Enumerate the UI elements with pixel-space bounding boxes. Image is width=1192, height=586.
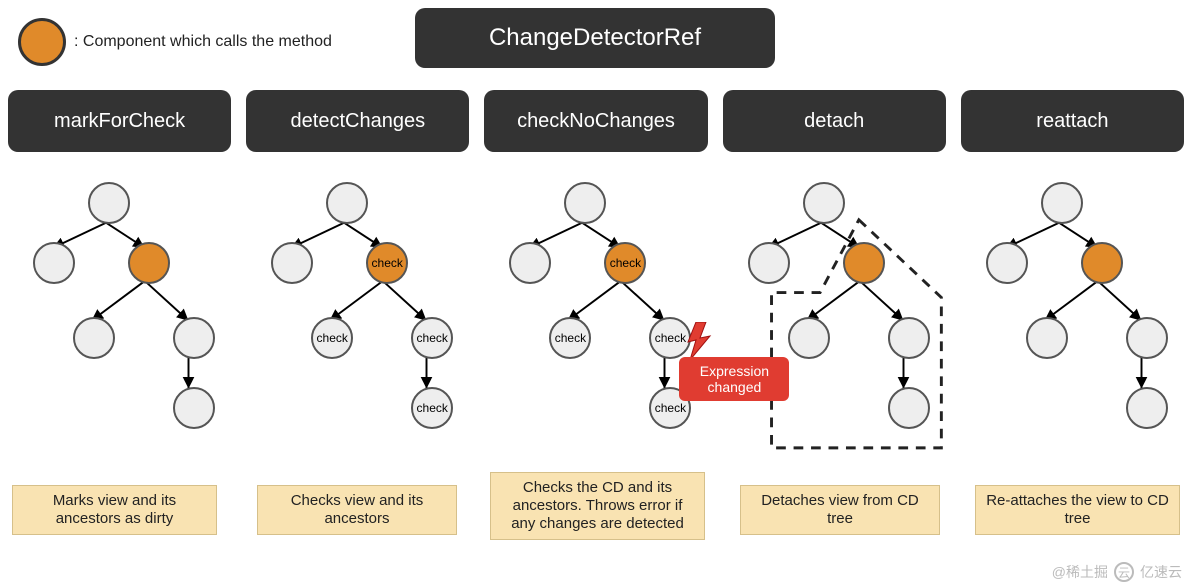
tree-node: check xyxy=(411,387,453,429)
tree-node: check xyxy=(311,317,353,359)
node-label: check xyxy=(417,331,448,345)
column-header: detach xyxy=(723,90,946,152)
tree-node xyxy=(88,182,130,224)
tree-edge xyxy=(383,281,427,321)
column-reattach: reattach xyxy=(961,90,1184,462)
tree-node xyxy=(888,317,930,359)
tree-edge xyxy=(568,281,621,321)
description-box: Checks the CD and its ancestors. Throws … xyxy=(490,472,705,540)
title-text: ChangeDetectorRef xyxy=(489,24,701,52)
error-box: Expression changed xyxy=(679,357,789,401)
tree-node-caller xyxy=(843,242,885,284)
column-header: detectChanges xyxy=(246,90,469,152)
tree-edge xyxy=(91,281,144,321)
node-label: check xyxy=(372,256,403,270)
tree-edge xyxy=(145,281,189,321)
tree-node xyxy=(33,242,75,284)
tree-node xyxy=(986,242,1028,284)
lightning-bolt-icon xyxy=(684,322,714,360)
tree-node xyxy=(748,242,790,284)
tree-node: check xyxy=(549,317,591,359)
tree-node xyxy=(1041,182,1083,224)
column-header: reattach xyxy=(961,90,1184,152)
description-box: Checks view and its ancestors xyxy=(257,485,457,535)
tree-node xyxy=(888,387,930,429)
tree-node xyxy=(803,182,845,224)
tree-node xyxy=(271,242,313,284)
tree-edge xyxy=(330,281,383,321)
tree-node xyxy=(326,182,368,224)
legend-text: : Component which calls the method xyxy=(74,33,332,51)
description-box: Detaches view from CD tree xyxy=(740,485,940,535)
description-box: Re-attaches the view to CD tree xyxy=(975,485,1180,535)
title-box: ChangeDetectorRef xyxy=(415,8,775,68)
tree-node xyxy=(173,317,215,359)
column-checkNoChanges: checkNoChangescheckcheckcheckcheckExpres… xyxy=(484,90,707,462)
node-label: check xyxy=(655,401,686,415)
tree-edge xyxy=(806,281,859,321)
tree-area: check check check check xyxy=(246,162,469,462)
node-label: check xyxy=(417,401,448,415)
column-header: checkNoChanges xyxy=(484,90,707,152)
tree-node-caller xyxy=(1081,242,1123,284)
tree-node xyxy=(1026,317,1068,359)
column-header: markForCheck xyxy=(8,90,231,152)
tree-node-caller: check xyxy=(366,242,408,284)
watermark-left: @稀土掘 xyxy=(1052,562,1108,582)
node-label: check xyxy=(610,256,641,270)
description-box: Marks view and its ancestors as dirty xyxy=(12,485,217,535)
tree-node xyxy=(173,387,215,429)
column-detectChanges: detectChanges check check check check xyxy=(246,90,469,462)
tree-node xyxy=(1126,317,1168,359)
tree-node xyxy=(788,317,830,359)
tree-node-caller: check xyxy=(604,242,646,284)
node-label: check xyxy=(655,331,686,345)
tree-edge xyxy=(859,281,903,321)
tree-node xyxy=(73,317,115,359)
legend: : Component which calls the method xyxy=(18,18,332,66)
tree-edge xyxy=(1044,281,1097,321)
column-markForCheck: markForCheck xyxy=(8,90,231,462)
node-label: check xyxy=(555,331,586,345)
tree-edge xyxy=(621,281,665,321)
legend-dot-icon xyxy=(18,18,66,66)
watermark-right: 亿速云 xyxy=(1140,562,1182,582)
columns-row: markForCheckdetectChangescheckcheckcheck… xyxy=(8,90,1184,462)
tree-area xyxy=(723,162,946,462)
tree-area: checkcheckcheckcheckExpression changed xyxy=(484,162,707,462)
tree-area xyxy=(8,162,231,462)
watermark: @稀土掘 云 亿速云 xyxy=(1052,562,1182,582)
column-detach: detach xyxy=(723,90,946,462)
tree-node-caller xyxy=(128,242,170,284)
tree-node xyxy=(509,242,551,284)
tree-area xyxy=(961,162,1184,462)
watermark-logo-icon: 云 xyxy=(1114,562,1134,582)
node-label: check xyxy=(317,331,348,345)
tree-node xyxy=(1126,387,1168,429)
tree-node xyxy=(564,182,606,224)
tree-node: check xyxy=(411,317,453,359)
tree-edge xyxy=(1098,281,1142,321)
